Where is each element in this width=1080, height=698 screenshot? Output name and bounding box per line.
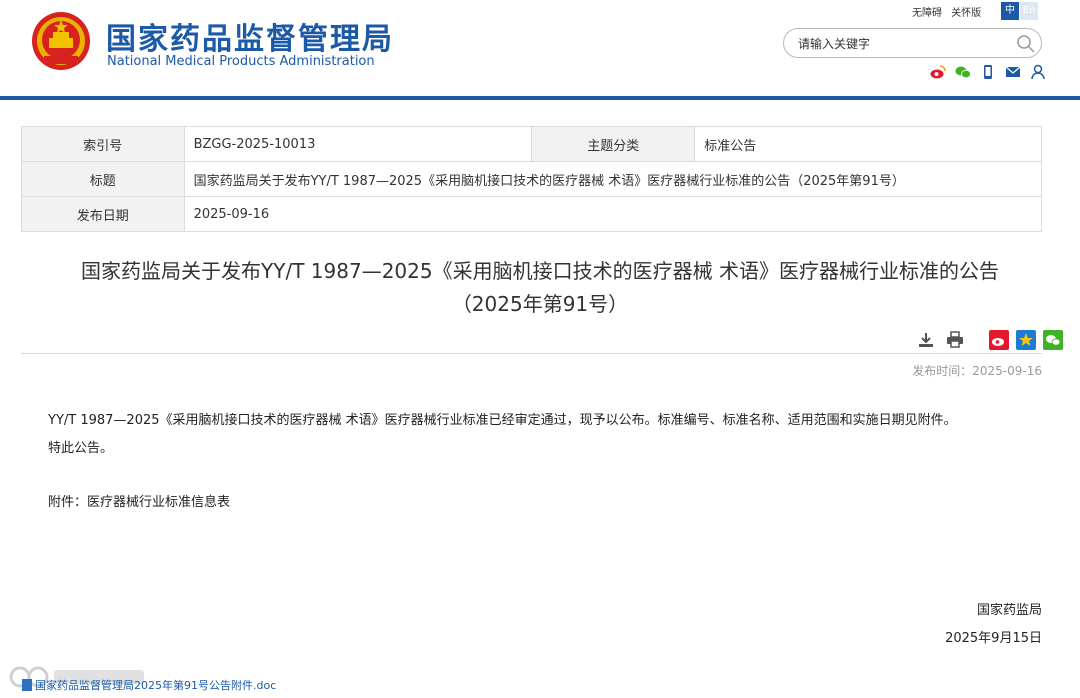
article-title: 国家药监局关于发布YY/T 1987—2025《采用脑机接口技术的医疗器械 术语…: [81, 259, 999, 283]
category-label: 主题分类: [531, 126, 696, 162]
lang-en-button[interactable]: En: [1020, 2, 1038, 20]
table-row: 索引号 BZGG-2025-10013 主题分类 标准公告: [21, 126, 1042, 162]
search-icon[interactable]: [1016, 34, 1036, 54]
category-value: 标准公告: [694, 126, 1042, 162]
article-title-number: （2025年第91号）: [451, 292, 629, 316]
national-emblem-icon: [32, 12, 90, 70]
social-links: [930, 64, 1050, 80]
date-label: 发布日期: [21, 196, 185, 232]
search-input[interactable]: [798, 35, 998, 53]
signature-org: 国家药监局: [976, 603, 1042, 618]
favorite-icon[interactable]: [1016, 330, 1037, 350]
wechat-share-icon[interactable]: [1043, 330, 1064, 350]
doc-file-icon: [22, 679, 32, 691]
article-paragraph: 特此公告。: [48, 441, 114, 456]
site-header: 国家药品监督管理局 National Medical Products Admi…: [0, 0, 1080, 96]
mail-icon[interactable]: [1005, 64, 1021, 80]
index-value: BZGG-2025-10013: [183, 126, 533, 162]
weibo-icon[interactable]: [930, 64, 946, 80]
weibo-share-icon[interactable]: [989, 330, 1010, 350]
publish-time: 发布时间：2025-09-16: [912, 364, 1042, 378]
mobile-icon[interactable]: [980, 64, 996, 80]
signature-date: 2025年9月15日: [945, 631, 1042, 646]
lang-zh-button[interactable]: 中: [1001, 2, 1019, 20]
top-links: 无障碍 关怀版: [912, 4, 987, 19]
accessibility-link[interactable]: 无障碍: [912, 8, 942, 19]
article-paragraph: YY/T 1987—2025《采用脑机接口技术的医疗器械 术语》医疗器械行业标准…: [48, 413, 957, 428]
title-value: 国家药监局关于发布YY/T 1987—2025《采用脑机接口技术的医疗器械 术语…: [183, 161, 1043, 197]
download-icon[interactable]: [916, 330, 936, 350]
site-subtitle: National Medical Products Administration: [107, 54, 375, 69]
table-row: 发布日期 2025-09-16: [21, 196, 1043, 232]
user-icon[interactable]: [1030, 64, 1046, 80]
print-icon[interactable]: [945, 330, 965, 350]
title-label: 标题: [21, 161, 185, 197]
document-info-table: 索引号 BZGG-2025-10013 主题分类 标准公告 标题 国家药监局关于…: [21, 126, 1043, 232]
date-value: 2025-09-16: [183, 196, 1043, 232]
attachment-link[interactable]: 国家药品监督管理局2025年第91号公告附件.doc: [22, 677, 276, 693]
wechat-icon[interactable]: [955, 64, 971, 80]
table-row: 标题 国家药监局关于发布YY/T 1987—2025《采用脑机接口技术的医疗器械…: [21, 161, 1043, 197]
article-tools: [916, 330, 1064, 350]
article-divider: [21, 353, 1042, 354]
header-divider: [0, 96, 1080, 100]
index-label: 索引号: [21, 126, 185, 162]
attachment-note: 附件：医疗器械行业标准信息表: [48, 495, 231, 510]
site-title: 国家药品监督管理局: [106, 22, 394, 57]
elder-mode-link[interactable]: 关怀版: [951, 8, 981, 19]
attachment-link-text[interactable]: 国家药品监督管理局2025年第91号公告附件.doc: [35, 679, 276, 692]
search-box: [783, 28, 1042, 58]
